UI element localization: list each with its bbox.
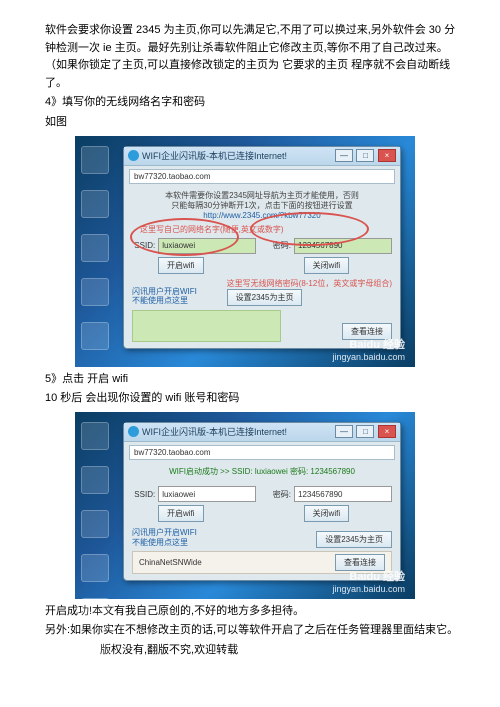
as-shown: 如图 <box>45 114 460 132</box>
start-wifi-button[interactable]: 开启wifi <box>158 505 204 522</box>
password-field[interactable]: 1234567890 <box>294 238 392 254</box>
annotation-password: 这里写无线网络密码(8-12位，英文或字母组合) <box>227 278 392 289</box>
app-window: WIFI企业闪讯版-本机已连接Internet! — □ × bw77320.t… <box>123 422 401 581</box>
desktop-icon <box>81 234 109 262</box>
view-connection-button[interactable]: 查看连接 <box>335 554 385 571</box>
maximize-button[interactable]: □ <box>356 149 374 162</box>
view-connection-button[interactable]: 查看连接 <box>342 323 392 340</box>
ssid-label: SSID: <box>132 490 155 499</box>
desktop-icon <box>81 422 109 450</box>
step-4: 4》填写你的无线网络名字和密码 <box>45 94 460 112</box>
watermark: Baidu 经验 jingyan.baidu.com <box>332 339 405 363</box>
ssid-field[interactable]: luxiaowei <box>158 486 256 502</box>
desktop-icon <box>81 466 109 494</box>
close-wifi-button[interactable]: 关闭wifi <box>304 257 350 274</box>
set-homepage-button[interactable]: 设置2345为主页 <box>227 289 303 306</box>
close-button[interactable]: × <box>378 149 396 162</box>
desktop-icon <box>81 510 109 538</box>
desktop-icon <box>81 146 109 174</box>
close-button[interactable]: × <box>378 425 396 438</box>
app-window: WIFI企业闪讯版-本机已连接Internet! — □ × bw77320.t… <box>123 146 401 349</box>
window-title: WIFI企业闪讯版-本机已连接Internet! <box>142 149 287 162</box>
start-wifi-button[interactable]: 开启wifi <box>158 257 204 274</box>
password-field[interactable]: 1234567890 <box>294 486 392 502</box>
tip-text: 闪讯用户开启WIFI不能使用点这里 <box>132 287 197 306</box>
app-icon <box>128 150 139 161</box>
url-bar: bw77320.taobao.com <box>129 445 395 460</box>
desktop-icon <box>81 278 109 306</box>
window-title: WIFI企业闪讯版-本机已连接Internet! <box>142 425 287 438</box>
minimize-button[interactable]: — <box>335 149 353 162</box>
connection-list <box>132 310 281 342</box>
annotation-ssid: 这里写自己的网络名字(随便,英文或数字) <box>140 224 392 235</box>
paragraph-1: 软件会要求你设置 2345 为主页,你可以先满足它,不用了可以换过来,另外软件会… <box>45 22 460 92</box>
app-icon <box>128 426 139 437</box>
step-5: 5》点击 开启 wifi <box>45 371 460 389</box>
notice-text: 本软件需要你设置2345网址导航为主页才能使用，否则 只能每隔30分钟断开1次，… <box>132 191 392 222</box>
desktop-icon <box>81 554 109 582</box>
titlebar: WIFI企业闪讯版-本机已连接Internet! — □ × <box>124 147 400 166</box>
tip-text: 闪讯用户开启WIFI不能使用点这里 <box>132 528 197 547</box>
ssid-field[interactable]: luxiaowei <box>158 238 256 254</box>
minimize-button[interactable]: — <box>335 425 353 438</box>
password-label: 密码: <box>268 489 291 500</box>
step-5b: 10 秒后 会出现你设置的 wifi 账号和密码 <box>45 390 460 408</box>
desktop-icon <box>81 642 109 670</box>
set-homepage-button[interactable]: 设置2345为主页 <box>316 531 392 548</box>
maximize-button[interactable]: □ <box>356 425 374 438</box>
watermark: Baidu 经验 jingyan.baidu.com <box>332 571 405 595</box>
desktop-icon <box>81 598 109 626</box>
desktop-icon <box>81 322 109 350</box>
desktop-icon <box>81 190 109 218</box>
screenshot-1: WIFI企业闪讯版-本机已连接Internet! — □ × bw77320.t… <box>75 136 415 367</box>
homepage-link[interactable]: http://www.2345.com/?kbw77320 <box>203 211 320 220</box>
screenshot-2: WIFI企业闪讯版-本机已连接Internet! — □ × bw77320.t… <box>75 412 415 599</box>
copyright-note: 版权没有,翻版不究,欢迎转载 <box>100 642 460 660</box>
url-bar: bw77320.taobao.com <box>129 169 395 184</box>
success-text: WIFI启动成功 >> SSID: luxiaowei 密码: 12345678… <box>132 467 392 477</box>
close-wifi-button[interactable]: 关闭wifi <box>304 505 350 522</box>
titlebar: WIFI企业闪讯版-本机已连接Internet! — □ × <box>124 423 400 442</box>
password-label: 密码: <box>268 240 291 251</box>
ssid-label: SSID: <box>132 241 155 250</box>
